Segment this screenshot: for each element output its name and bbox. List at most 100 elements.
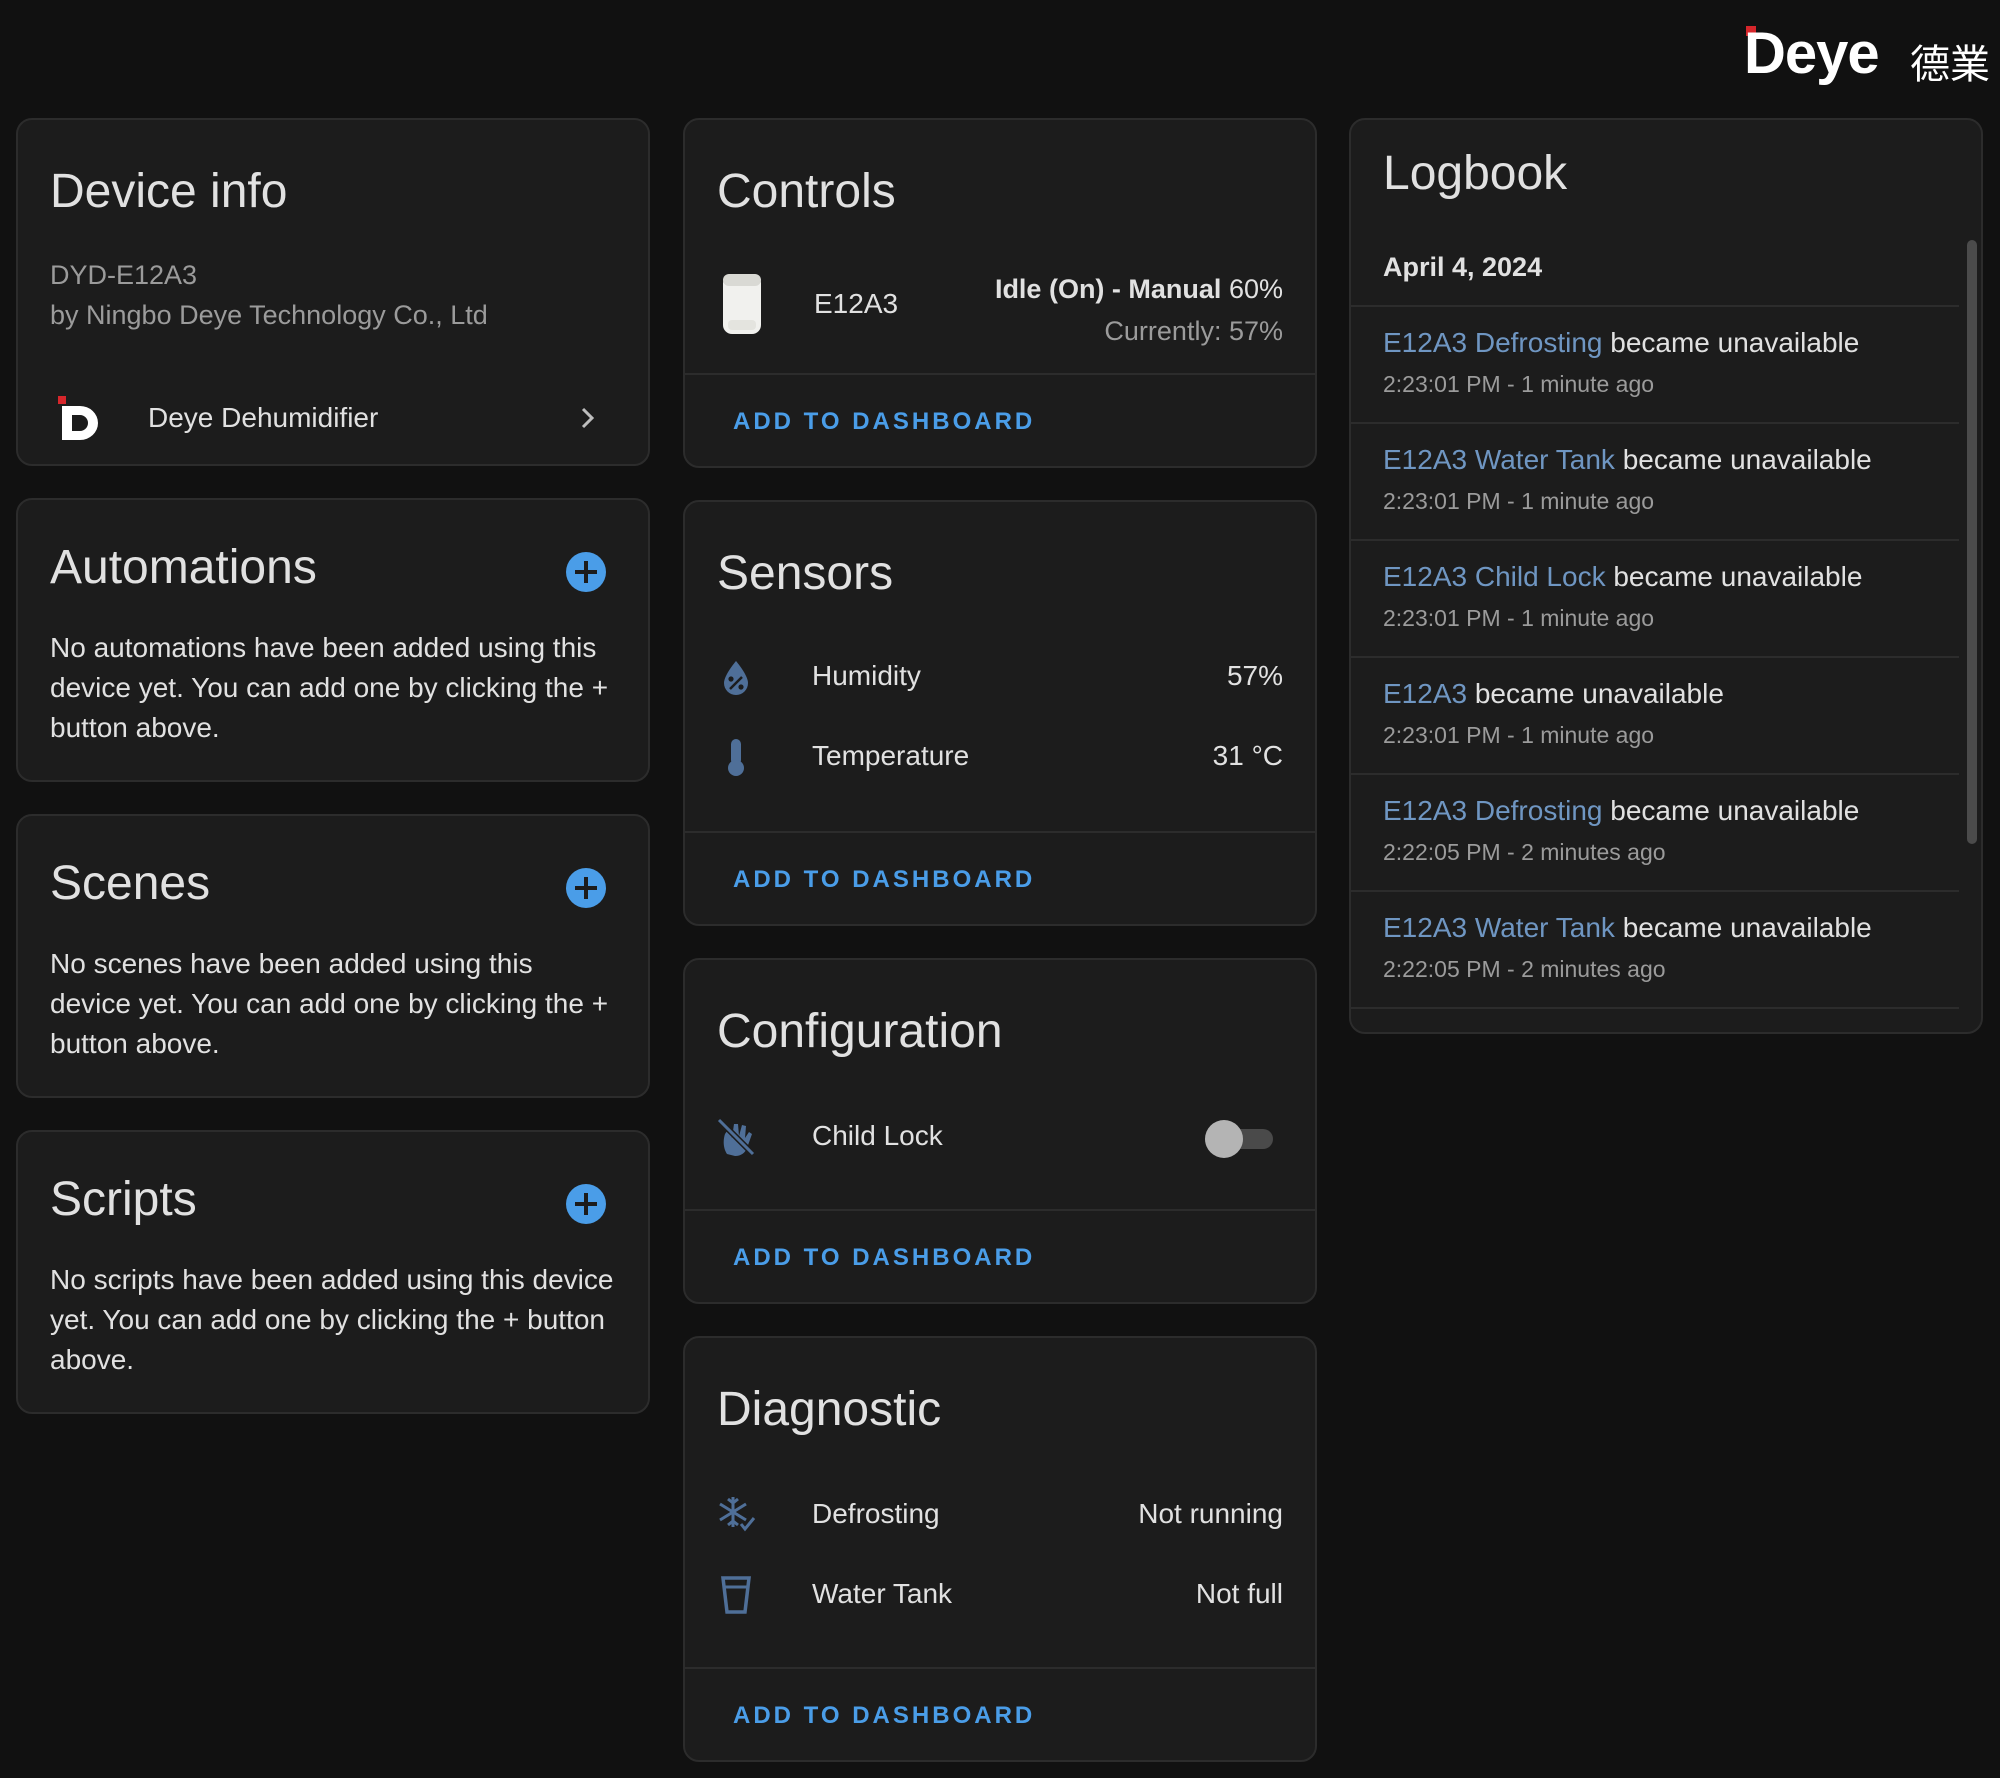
automations-card: Automations No automations have been add… — [16, 498, 650, 782]
log-entity-link[interactable]: E12A3 Water Tank — [1383, 444, 1615, 475]
log-message: became unavailable — [1613, 561, 1863, 592]
log-message: became unavailable — [1622, 444, 1872, 475]
device-info-title: Device info — [50, 165, 288, 218]
child-lock-toggle[interactable] — [1205, 1120, 1273, 1158]
diagnostic-row-water-tank[interactable]: Water Tank Not full — [685, 1560, 1315, 1630]
diagnostic-row-defrosting[interactable]: Defrosting Not running — [685, 1480, 1315, 1550]
logo-chinese: 德業 — [1910, 42, 1990, 88]
control-target: 60% — [1228, 274, 1283, 304]
configuration-divider — [685, 1209, 1315, 1211]
controls-card: Controls E12A3 Idle (On) - Manual 60% Cu… — [683, 118, 1317, 468]
sensor-label-temperature: Temperature — [812, 740, 970, 771]
control-entity-name: E12A3 — [814, 288, 899, 319]
scenes-title: Scenes — [50, 857, 211, 910]
control-current: Currently: 57% — [1104, 316, 1283, 346]
log-message: became unavailable — [1474, 678, 1724, 709]
device-info-card: Device info DYD-E12A3 by Ningbo Deye Tec… — [16, 118, 650, 466]
log-entity-link[interactable]: E12A3 Water Tank — [1383, 912, 1615, 943]
control-state: Idle (On) - Manual 60% — [995, 274, 1283, 305]
log-time: 2:23:01 PM - 1 minute ago — [1383, 722, 1655, 748]
device-manufacturer: by Ningbo Deye Technology Co., Ltd — [50, 300, 488, 330]
log-entry-line: E12A3 Child Lock became unavailable — [1383, 561, 1862, 593]
log-message: became unavailable — [1610, 795, 1860, 826]
toggle-thumb — [1205, 1120, 1243, 1158]
sensor-value-humidity: 57% — [1226, 660, 1283, 691]
diagnostic-title: Diagnostic — [717, 1383, 942, 1436]
automations-empty-text: No automations have been added using thi… — [50, 632, 609, 743]
log-time: 2:22:05 PM - 2 minutes ago — [1383, 839, 1666, 865]
dehumidifier-control-row[interactable]: E12A3 Idle (On) - Manual 60% Currently: … — [685, 260, 1315, 360]
integration-label: Deye Dehumidifier — [148, 402, 379, 433]
integration-row[interactable]: Deye Dehumidifier — [18, 382, 648, 452]
log-time: 2:22:05 PM - 2 minutes ago — [1383, 956, 1666, 982]
log-time: 2:23:01 PM - 1 minute ago — [1383, 605, 1655, 631]
add-automation-button[interactable] — [566, 552, 606, 592]
scenes-card: Scenes No scenes have been added using t… — [16, 814, 650, 1098]
scripts-title: Scripts — [50, 1173, 197, 1226]
sensor-row-temperature[interactable]: Temperature 31 °C — [685, 722, 1315, 792]
logbook-scrollbar[interactable] — [1967, 240, 1977, 844]
device-model: DYD-E12A3 — [50, 260, 198, 290]
chevron-right-icon — [578, 406, 598, 430]
log-time: 2:23:01 PM - 1 minute ago — [1383, 488, 1655, 514]
hand-back-off-icon — [715, 1116, 757, 1158]
log-entity-link[interactable]: E12A3 Defrosting — [1383, 327, 1602, 358]
sensor-label-humidity: Humidity — [812, 660, 921, 691]
log-entry: E12A3 Defrosting became unavailable 2:22… — [1351, 775, 1959, 892]
sensors-card: Sensors Humidity 57% Temperature 31 °C A… — [683, 500, 1317, 926]
control-mode: Idle (On) - Manual — [994, 274, 1222, 304]
water-percent-icon — [715, 656, 757, 698]
config-row-child-lock[interactable]: Child Lock — [685, 1102, 1315, 1172]
diagnostic-add-to-dashboard-button[interactable]: ADD TO DASHBOARD — [733, 1702, 1035, 1730]
sensor-row-humidity[interactable]: Humidity 57% — [685, 642, 1315, 712]
sensors-add-to-dashboard-button[interactable]: ADD TO DASHBOARD — [733, 866, 1035, 894]
add-script-button[interactable] — [566, 1184, 606, 1224]
dehumidifier-icon — [721, 272, 763, 336]
log-entity-link[interactable]: E12A3 — [1383, 678, 1467, 709]
log-entry-line: E12A3 Water Tank became unavailable — [1383, 912, 1872, 944]
log-entry: E12A3 Child Lock became unavailable 2:23… — [1351, 541, 1959, 658]
diagnostic-label-water-tank: Water Tank — [812, 1578, 953, 1609]
scenes-empty-text: No scenes have been added using this dev… — [50, 948, 609, 1059]
deye-integration-icon — [58, 396, 106, 440]
scripts-empty-text: No scripts have been added using this de… — [50, 1264, 614, 1375]
thermometer-icon — [715, 736, 757, 778]
snowflake-check-icon — [715, 1494, 757, 1536]
log-message: became unavailable — [1622, 912, 1872, 943]
diagnostic-label-defrosting: Defrosting — [812, 1498, 940, 1529]
log-entry-line: E12A3 Defrosting became unavailable — [1383, 327, 1859, 359]
controls-add-to-dashboard-button[interactable]: ADD TO DASHBOARD — [733, 408, 1035, 436]
log-entry-line: E12A3 became unavailable — [1383, 678, 1724, 710]
log-time: 2:23:01 PM - 1 minute ago — [1383, 371, 1655, 397]
controls-divider — [685, 373, 1315, 375]
logo-wordmark: Deye — [1744, 21, 1880, 86]
scripts-card: Scripts No scripts have been added using… — [16, 1130, 650, 1414]
add-scene-button[interactable] — [566, 868, 606, 908]
sensors-divider — [685, 831, 1315, 833]
log-entity-link[interactable]: E12A3 Child Lock — [1383, 561, 1606, 592]
diagnostic-value-defrosting: Not running — [1138, 1498, 1283, 1529]
log-message: became unavailable — [1610, 327, 1860, 358]
deye-logo: Deye 德業 — [1740, 20, 1990, 90]
config-label-child-lock: Child Lock — [812, 1120, 943, 1151]
logbook-date-header: April 4, 2024 — [1383, 252, 1543, 282]
log-entry: E12A3 Water Tank became unavailable 2:22… — [1351, 892, 1959, 1009]
log-entity-link[interactable]: E12A3 Defrosting — [1383, 795, 1602, 826]
configuration-add-to-dashboard-button[interactable]: ADD TO DASHBOARD — [733, 1244, 1035, 1272]
logbook-title: Logbook — [1383, 147, 1568, 200]
sensors-title: Sensors — [717, 547, 894, 600]
log-entry: E12A3 became unavailable 2:23:01 PM - 1 … — [1351, 658, 1959, 775]
cup-water-icon — [715, 1574, 757, 1616]
diagnostic-card: Diagnostic Defrosting Not running Water … — [683, 1336, 1317, 1762]
log-entry-line: E12A3 Water Tank became unavailable — [1383, 444, 1872, 476]
diagnostic-value-water-tank: Not full — [1195, 1578, 1283, 1609]
controls-title: Controls — [717, 165, 896, 218]
log-entry-line: E12A3 Defrosting became unavailable — [1383, 795, 1859, 827]
diagnostic-divider — [685, 1667, 1315, 1669]
automations-title: Automations — [50, 541, 317, 594]
configuration-title: Configuration — [717, 1005, 1003, 1058]
logbook-card: Logbook April 4, 2024 E12A3 Defrosting b… — [1349, 118, 1983, 1034]
log-entry: E12A3 Defrosting became unavailable 2:23… — [1351, 307, 1959, 424]
sensor-value-temperature: 31 °C — [1212, 740, 1283, 771]
log-entry: E12A3 Water Tank became unavailable 2:23… — [1351, 424, 1959, 541]
